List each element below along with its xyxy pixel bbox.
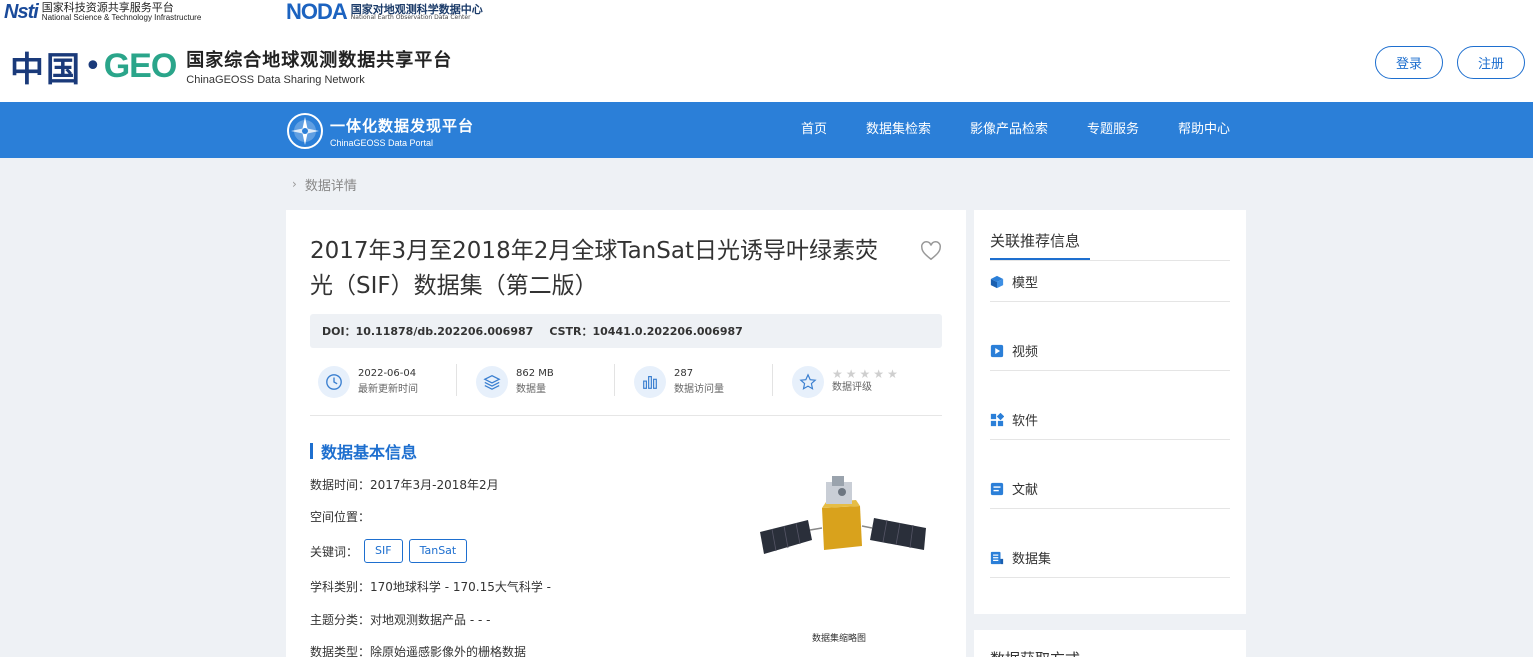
nstl-name-cn: 国家科技资源共享服务平台: [41, 1, 174, 14]
portal-title: 一体化数据发现平台: [330, 116, 475, 135]
nav-home[interactable]: 首页: [801, 102, 827, 158]
apps-icon: [990, 412, 1004, 426]
stat-divider: [456, 364, 457, 396]
access-panel: 数据获取方式: [974, 630, 1246, 657]
top-header: Nsti 国家科技资源共享服务平台 National Science & Tec…: [0, 0, 1533, 102]
related-item-label: 文献: [1012, 483, 1039, 498]
related-item-software[interactable]: 软件: [990, 400, 1230, 440]
stat-visits: 287 数据访问量: [634, 364, 724, 400]
section-bar: [310, 443, 313, 459]
cstr-text[interactable]: CSTR：10441.0.202206.006987: [549, 323, 742, 339]
login-button[interactable]: 登录: [1375, 46, 1443, 79]
china-mark: 中国: [10, 49, 82, 90]
nstl-name-en: National Science & Technology Infrastruc…: [41, 13, 202, 22]
related-panel: 关联推荐信息 模型 视频 软件 文献 数据集: [974, 210, 1246, 614]
doi-text[interactable]: DOI：10.11878/db.202206.006987: [322, 323, 533, 339]
nstl-mark: Nsti: [4, 0, 39, 23]
noda-mark: NODA: [286, 0, 348, 24]
stat-visits-value: 287: [674, 368, 694, 379]
dataset-title: 2017年3月至2018年2月全球TanSat日光诱导叶绿素荧光（SIF）数据集…: [310, 238, 878, 299]
chinageo-logo[interactable]: 中国 • GEO 国家综合地球观测数据共享平台 ChinaGEOSS Data …: [10, 42, 452, 90]
stat-updated-label: 最新更新时间: [358, 384, 418, 395]
rating-star-icon[interactable]: ★: [832, 368, 843, 380]
chevron-right-icon: ›: [292, 177, 297, 191]
stat-updated: 2022-06-04 最新更新时间: [318, 364, 418, 400]
site-subtitle: ChinaGEOSS Data Sharing Network: [186, 74, 365, 86]
cube-icon: [990, 275, 1004, 288]
nav-topic-service[interactable]: 专题服务: [1087, 102, 1139, 158]
related-item-label: 模型: [1012, 276, 1039, 291]
play-icon: [990, 344, 1004, 357]
keywords-label: 关键词：: [310, 544, 359, 559]
rating-stars[interactable]: ★ ★ ★ ★ ★: [832, 368, 898, 380]
field-keywords: 关键词： SIF TanSat: [310, 539, 468, 563]
stat-visits-label: 数据访问量: [674, 384, 724, 395]
field-data-type: 数据类型：除原始遥感影像外的栅格数据: [310, 645, 527, 657]
rating-star-icon[interactable]: ★: [887, 368, 898, 380]
divider: [990, 260, 1230, 261]
nav-dataset-search[interactable]: 数据集检索: [866, 102, 931, 158]
active-tab-underline: [990, 258, 1090, 260]
noda-logo[interactable]: NODA 国家对地观测科学数据中心 National Earth Observa…: [286, 0, 483, 24]
noda-name-en: National Earth Observation Data Center: [350, 13, 471, 21]
dataset-icon: [990, 551, 1004, 564]
section-basic-info: 数据基本信息: [310, 440, 417, 462]
nav-help-center[interactable]: 帮助中心: [1178, 102, 1230, 158]
stat-rating-label: 数据评级: [832, 382, 872, 393]
logo-dot: •: [84, 48, 102, 84]
site-title: 国家综合地球观测数据共享平台: [186, 50, 453, 71]
star-outline-icon: [792, 366, 824, 398]
keyword-tag[interactable]: TanSat: [408, 539, 468, 563]
stat-rating: ★ ★ ★ ★ ★ 数据评级: [792, 364, 898, 400]
document-icon: [990, 482, 1004, 495]
rating-star-icon[interactable]: ★: [860, 368, 871, 380]
heart-icon[interactable]: [920, 240, 942, 262]
clock-icon: [318, 366, 350, 398]
satellite-thumbnail[interactable]: [756, 472, 932, 562]
stat-size-value: 862 MB: [516, 368, 554, 379]
breadcrumb-current[interactable]: 数据详情: [305, 175, 357, 194]
field-location: 空间位置：: [310, 510, 371, 524]
breadcrumb: › 数据详情: [292, 175, 357, 194]
related-item-label: 数据集: [1012, 552, 1052, 567]
stats-row: 2022-06-04 最新更新时间 862 MB 数据量 287 数据访问量 ★…: [310, 360, 942, 416]
geo-mark: GEO: [103, 46, 178, 85]
portal-logo[interactable]: 一体化数据发现平台 ChinaGEOSS Data Portal: [286, 111, 474, 151]
noda-name-cn: 国家对地观测科学数据中心: [350, 2, 483, 16]
field-time: 数据时间：2017年3月-2018年2月: [310, 478, 499, 492]
section-title: 数据基本信息: [321, 443, 418, 462]
main-nav: 一体化数据发现平台 ChinaGEOSS Data Portal 首页 数据集检…: [0, 102, 1533, 158]
stat-size-label: 数据量: [516, 384, 546, 395]
stat-updated-value: 2022-06-04: [358, 368, 417, 379]
keyword-tag[interactable]: SIF: [364, 539, 403, 563]
related-item-literature[interactable]: 文献: [990, 469, 1230, 509]
related-item-label: 软件: [1012, 414, 1039, 429]
nav-image-search[interactable]: 影像产品检索: [970, 102, 1048, 158]
access-title: 数据获取方式: [990, 648, 1080, 657]
related-item-model[interactable]: 模型: [990, 262, 1230, 302]
layers-icon: [476, 366, 508, 398]
related-item-label: 视频: [1012, 345, 1039, 360]
portal-subtitle: ChinaGEOSS Data Portal: [330, 137, 434, 148]
bar-chart-icon: [634, 366, 666, 398]
rating-star-icon[interactable]: ★: [873, 368, 884, 380]
related-title: 关联推荐信息: [990, 232, 1081, 250]
rating-star-icon[interactable]: ★: [846, 368, 857, 380]
identifier-box: DOI：10.11878/db.202206.006987 CSTR：10441…: [310, 314, 942, 348]
compass-icon: [287, 113, 323, 149]
related-item-dataset[interactable]: 数据集: [990, 538, 1230, 578]
register-button[interactable]: 注册: [1457, 46, 1525, 79]
related-item-video[interactable]: 视频: [990, 331, 1230, 371]
thumbnail-caption: 数据集缩略图: [812, 634, 867, 644]
stat-divider: [614, 364, 615, 396]
field-discipline: 学科类别：170地球科学 - 170.15大气科学 -: [310, 580, 551, 594]
dataset-detail-card: 2017年3月至2018年2月全球TanSat日光诱导叶绿素荧光（SIF）数据集…: [286, 210, 966, 657]
nstl-logo[interactable]: Nsti 国家科技资源共享服务平台 National Science & Tec…: [4, 0, 201, 24]
stat-size: 862 MB 数据量: [476, 364, 554, 400]
field-theme: 主题分类：对地观测数据产品 - - -: [310, 613, 491, 627]
stat-divider: [772, 364, 773, 396]
